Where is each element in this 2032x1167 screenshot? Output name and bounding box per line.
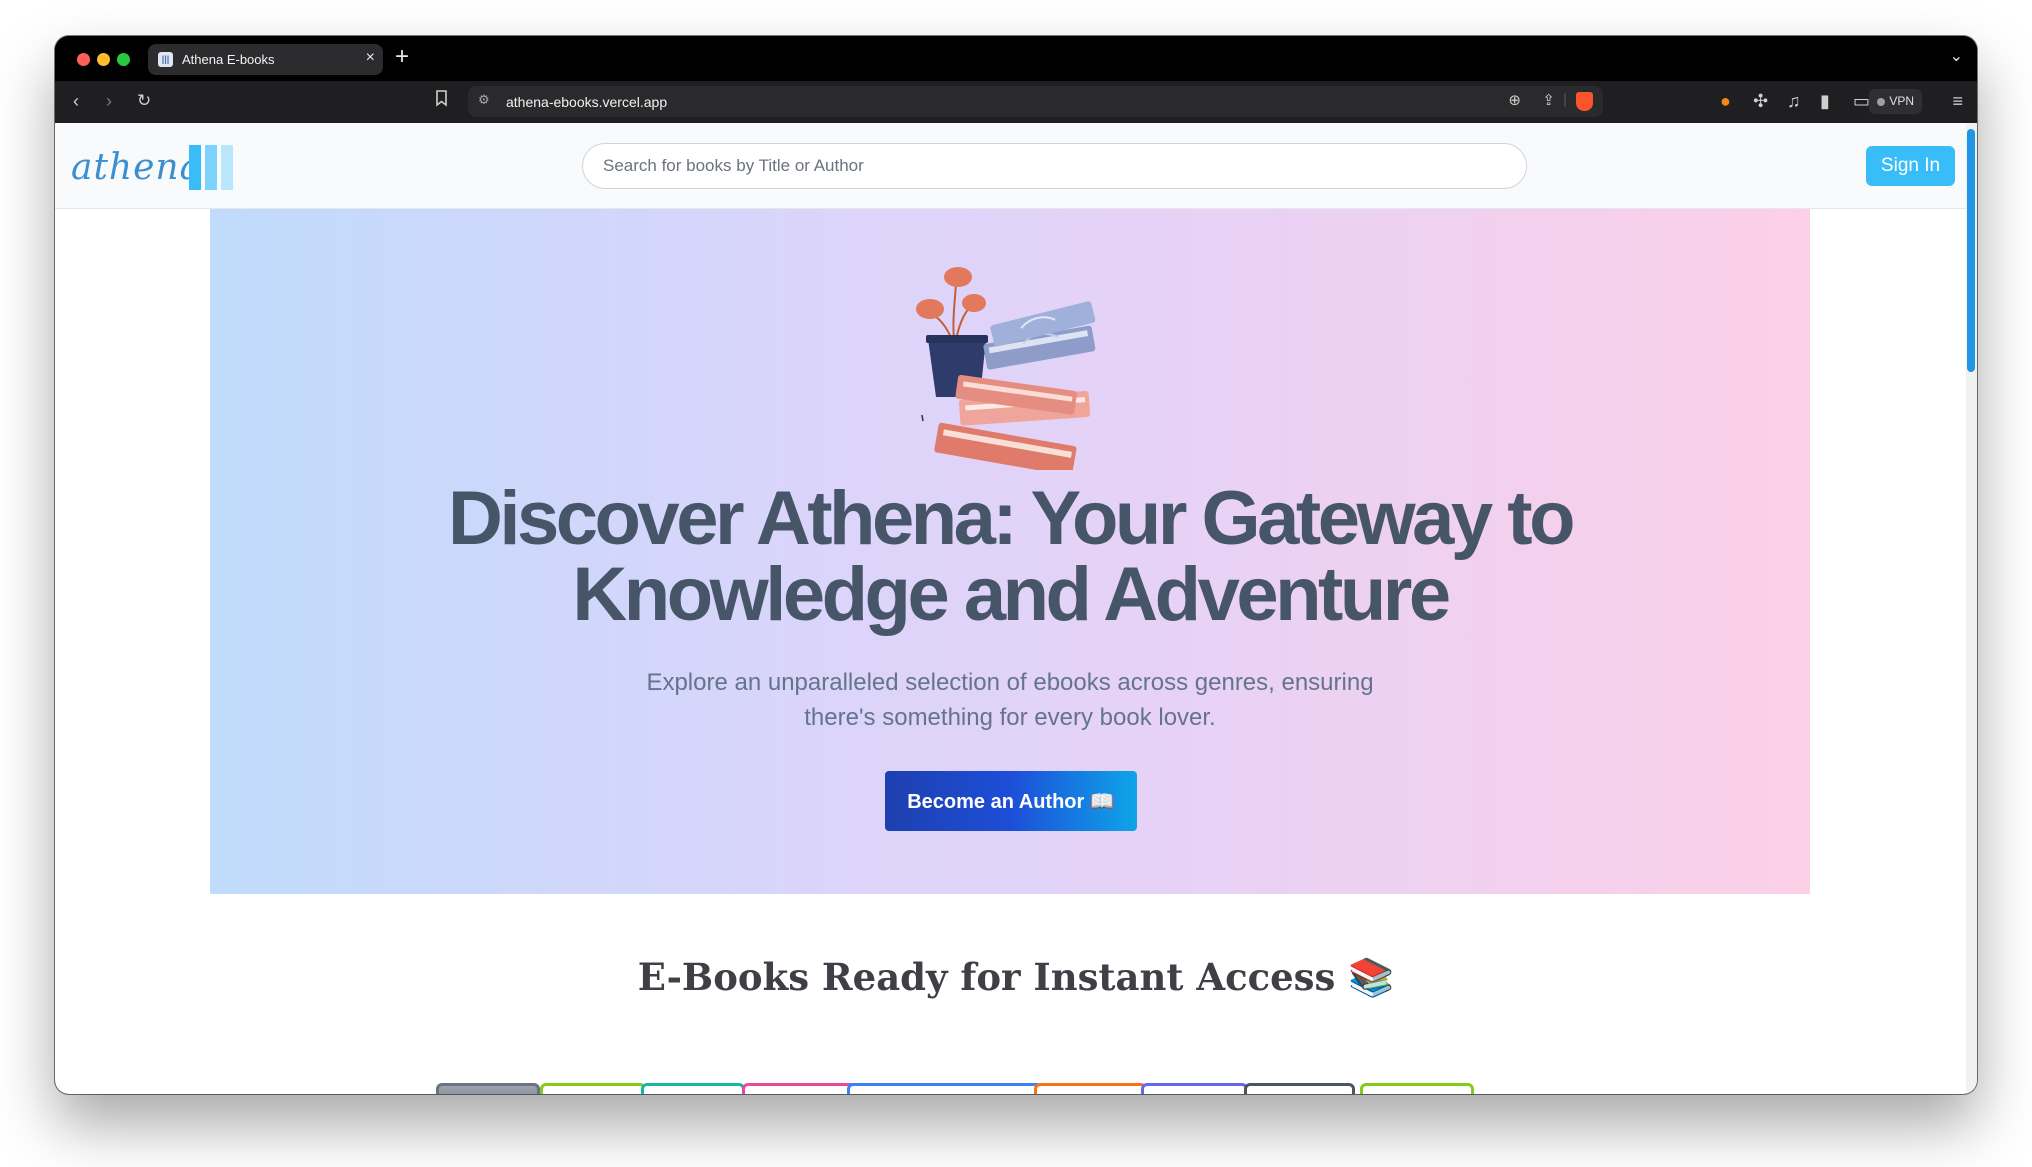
books-plant-illustration [916, 267, 1096, 470]
logo-bar [189, 145, 201, 190]
extensions-puzzle-icon[interactable]: ✣ [1753, 90, 1768, 112]
hero-title-line-2: Knowledge and Adventure [572, 552, 1451, 637]
search-input[interactable] [582, 143, 1527, 189]
logo-bar [221, 145, 233, 190]
catalog-section-title: E-Books Ready for Instant Access 📚 [637, 955, 1395, 999]
minimize-window-button[interactable] [97, 53, 110, 66]
close-window-button[interactable] [77, 53, 90, 66]
tab-title: Athena E-books [182, 52, 275, 67]
address-bar[interactable]: ⚙ athena-ebooks.vercel.app ⊕ ⇪ | [468, 86, 1603, 117]
site-settings-icon[interactable]: ⚙ [478, 92, 490, 108]
tab-close-icon[interactable]: × [366, 49, 375, 67]
site-header: athena Sign In [55, 123, 1977, 209]
genre-pill-mystery[interactable]: Mystery [742, 1083, 863, 1094]
logo-text[interactable]: athena [71, 147, 202, 188]
tab-list-chevron-icon[interactable]: ⌄ [1950, 46, 1963, 66]
hero-title-line-1: Discover Athena: Your Gateway to [447, 476, 1576, 561]
browser-window: ||| Athena E-books × + ⌄ ‹ › ↻ ⚙ athena-… [55, 36, 1977, 1094]
forward-icon[interactable]: › [106, 90, 112, 112]
page-viewport: athena Sign In [55, 123, 1977, 1094]
reload-icon[interactable]: ↻ [137, 90, 151, 112]
genre-pill-kids[interactable]: Kids [641, 1083, 745, 1094]
tab-strip: ||| Athena E-books × + ⌄ [55, 36, 1977, 81]
page-scrollbar[interactable] [1966, 123, 1977, 1094]
sidebar-icon[interactable]: ▮ [1820, 90, 1830, 112]
wallet-icon[interactable]: ▭ [1853, 90, 1870, 112]
athena-logo-icon: ||| [158, 52, 173, 67]
zoom-icon[interactable]: ⊕ [1508, 91, 1521, 109]
new-tab-icon[interactable]: + [395, 43, 409, 71]
vpn-label: VPN [1889, 94, 1914, 108]
menu-hamburger-icon[interactable]: ≡ [1952, 90, 1963, 112]
genre-pill-historical-fiction[interactable]: Historical Fiction [847, 1083, 1044, 1094]
divider: | [1563, 91, 1567, 108]
url-text[interactable]: athena-ebooks.vercel.app [506, 94, 667, 110]
maximize-window-button[interactable] [117, 53, 130, 66]
logo-bar [205, 145, 217, 190]
genre-pill-all[interactable]: All [436, 1083, 540, 1094]
browser-tab[interactable]: ||| Athena E-books × [148, 44, 383, 75]
genre-pill-science[interactable]: Science [1034, 1083, 1147, 1094]
hero-subtitle: Explore an unparalleled selection of ebo… [646, 669, 1374, 731]
genre-filter-bar: AllHorrorKidsMysteryHistorical FictionSc… [380, 1083, 1680, 1094]
become-author-button[interactable]: Become an Author 📖 [885, 771, 1137, 831]
sign-in-button[interactable]: Sign In [1866, 146, 1955, 186]
browser-toolbar: ‹ › ↻ ⚙ athena-ebooks.vercel.app ⊕ ⇪ | ●… [55, 81, 1977, 123]
genre-pill-fiction[interactable]: Fiction [1141, 1083, 1248, 1094]
hero-title: Discover Athena: Your Gateway to Knowled… [210, 481, 1810, 633]
share-icon[interactable]: ⇪ [1542, 91, 1555, 109]
genre-pill-horror[interactable]: Horror [540, 1083, 646, 1094]
vpn-status-icon [1877, 97, 1886, 106]
hero-banner: Discover Athena: Your Gateway to Knowled… [210, 209, 1810, 894]
media-music-icon[interactable]: ♫ [1787, 90, 1801, 112]
metamask-icon[interactable]: ● [1720, 90, 1731, 112]
bookmark-icon[interactable] [435, 90, 448, 114]
genre-pill-thriller[interactable]: Thriller [1244, 1083, 1355, 1094]
genre-pill-fantasy[interactable]: Fantasy [1360, 1083, 1474, 1094]
scrollbar-thumb[interactable] [1967, 129, 1975, 372]
vpn-button[interactable]: VPN [1869, 89, 1922, 114]
brave-shields-icon[interactable] [1576, 92, 1593, 111]
logo-bars-icon[interactable] [189, 145, 235, 190]
back-icon[interactable]: ‹ [73, 90, 79, 112]
